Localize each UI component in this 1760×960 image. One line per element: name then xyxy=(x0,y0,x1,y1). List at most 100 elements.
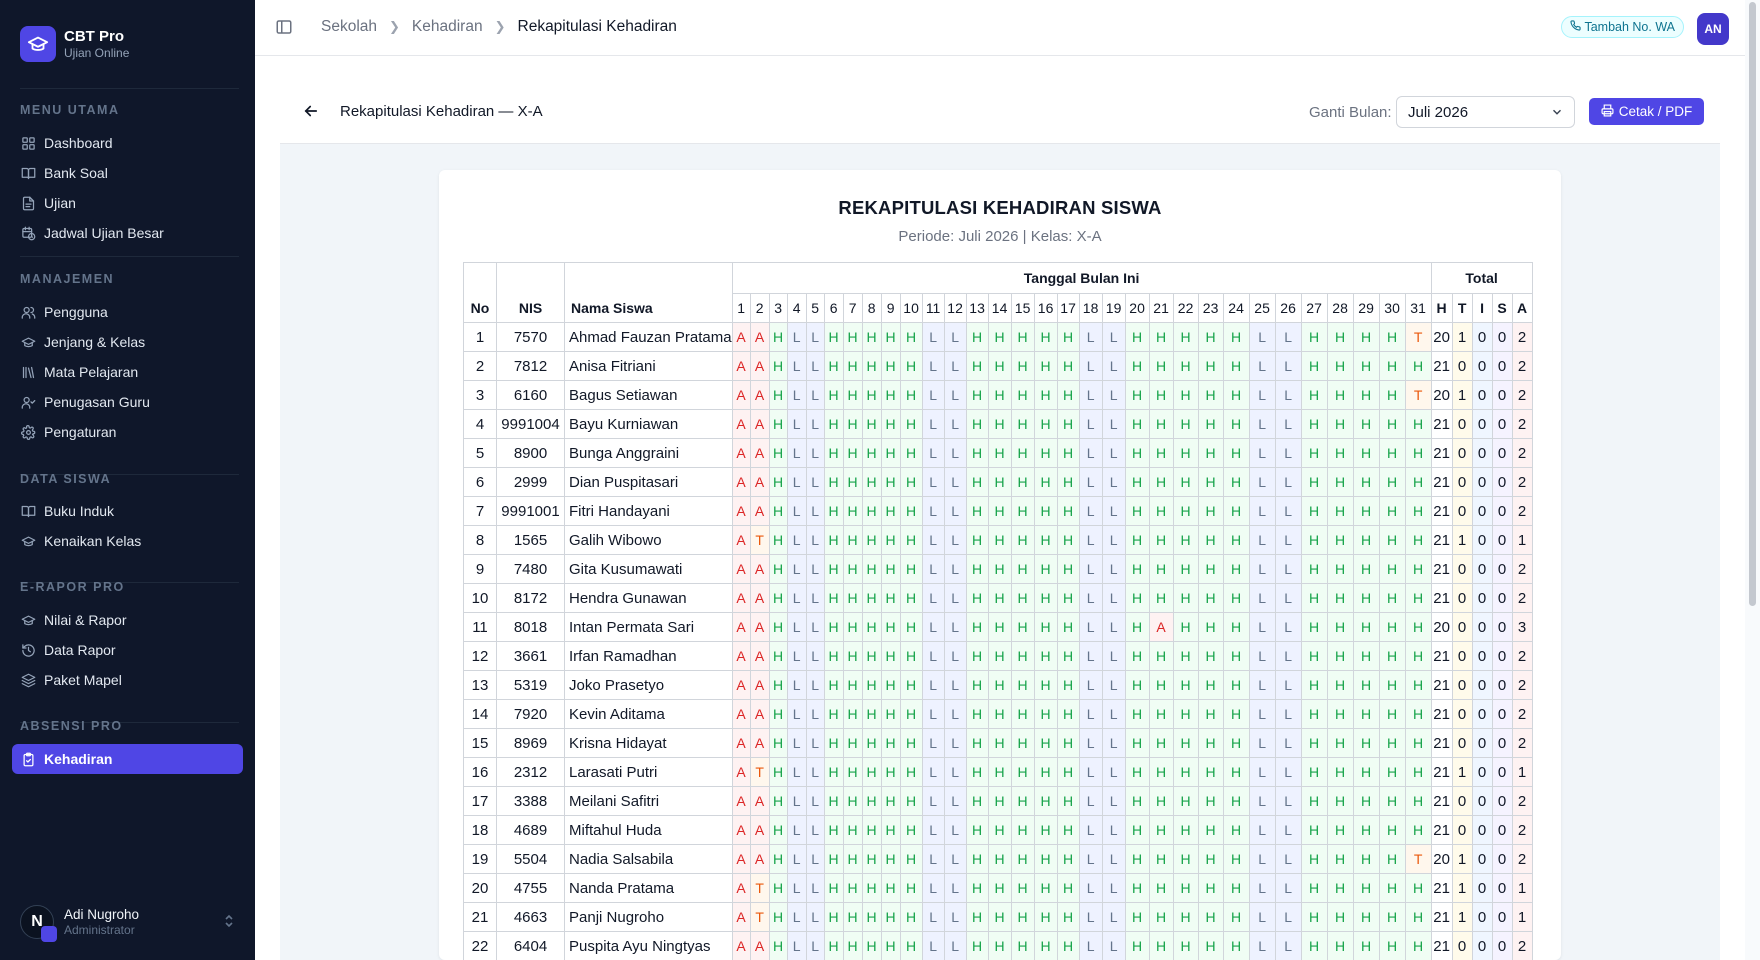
attendance-table: No NIS Nama Siswa Tanggal Bulan Ini Total 1 2 3… xyxy=(463,262,1533,960)
cell-day-status: H xyxy=(1148,380,1174,410)
cell-day-status: H xyxy=(1300,467,1328,497)
cell-day-status: H xyxy=(880,815,901,845)
cell-day-status: H xyxy=(1300,351,1328,381)
cell-day-status: H xyxy=(1010,409,1035,439)
cell-day-status: H xyxy=(1378,351,1406,381)
cell-day-status: L xyxy=(805,438,825,468)
cell-day-status: L xyxy=(1248,844,1276,874)
cell-day-status: H xyxy=(1222,902,1250,932)
scrollbar-thumb[interactable] xyxy=(1749,2,1756,606)
cell-day-status: L xyxy=(921,467,945,497)
cell-day-status: H xyxy=(1010,815,1035,845)
sidebar-toggle-icon[interactable] xyxy=(275,18,293,36)
cell-day-status: A xyxy=(749,786,770,816)
cell-total-i: 0 xyxy=(1471,612,1493,642)
day-header: 13 xyxy=(965,293,989,323)
cell-day-status: L xyxy=(786,496,807,526)
cell-day-status: H xyxy=(1326,554,1354,584)
cell-day-status: H xyxy=(1378,757,1406,787)
day-header: 31 xyxy=(1404,293,1432,323)
cell-day-status: A xyxy=(731,438,751,468)
cell-day-status: H xyxy=(1378,554,1406,584)
cell-day-status: H xyxy=(768,612,788,642)
cell-day-status: L xyxy=(1274,728,1302,758)
user-role: Administrator xyxy=(64,923,135,937)
cell-day-status: H xyxy=(1352,728,1380,758)
cell-day-status: H xyxy=(1172,409,1199,439)
breadcrumb-sekolah[interactable]: Sekolah xyxy=(321,18,377,36)
cell-day-status: H xyxy=(1124,902,1150,932)
cell-day-status: H xyxy=(1197,641,1224,671)
sidebar-item-buku-induk[interactable]: Buku Induk xyxy=(12,496,243,526)
sidebar-item-kenaikan-kelas[interactable]: Kenaikan Kelas xyxy=(12,526,243,556)
sidebar-item-pengaturan[interactable]: Pengaturan xyxy=(12,417,243,447)
chevrons-up-down-icon xyxy=(223,913,235,932)
cell-day-status: H xyxy=(768,844,788,874)
breadcrumb-kehadiran[interactable]: Kehadiran xyxy=(412,18,483,36)
sidebar-item-nilai-and-rapor[interactable]: Nilai & Rapor xyxy=(12,605,243,635)
cell-no: 3 xyxy=(463,380,497,410)
cell-day-status: L xyxy=(805,931,825,960)
column-group-days: Tanggal Bulan Ini xyxy=(731,262,1432,294)
cell-day-status: H xyxy=(1124,728,1150,758)
avatar: N xyxy=(20,905,57,942)
cell-day-status: L xyxy=(943,380,967,410)
cell-day-status: H xyxy=(1326,525,1354,555)
sidebar-item-mata-pelajaran[interactable]: Mata Pelajaran xyxy=(12,357,243,387)
cell-day-status: H xyxy=(842,670,863,700)
sidebar-section-title: DATA SISWA xyxy=(20,472,112,486)
cell-day-status: A xyxy=(749,670,770,700)
print-pdf-button[interactable]: Cetak / PDF xyxy=(1589,98,1704,125)
user-avatar-button[interactable]: AN xyxy=(1697,13,1729,45)
cell-day-status: H xyxy=(823,641,844,671)
cell-day-status: H xyxy=(899,844,923,874)
cell-day-status: H xyxy=(1404,699,1432,729)
sidebar-item-dashboard[interactable]: Dashboard xyxy=(12,128,243,158)
cell-name: Nanda Pratama xyxy=(564,873,733,903)
cell-day-status: L xyxy=(1078,844,1103,874)
add-wa-number-button[interactable]: Tambah No. WA xyxy=(1561,16,1684,38)
sidebar-item-penugasan-guru[interactable]: Penugasan Guru xyxy=(12,387,243,417)
cell-day-status: H xyxy=(842,380,863,410)
cell-day-status: H xyxy=(1172,670,1199,700)
cell-day-status: L xyxy=(921,670,945,700)
page-scrollbar[interactable] xyxy=(1745,0,1760,960)
brand[interactable]: CBT Pro Ujian Online xyxy=(20,26,129,62)
cell-day-status: H xyxy=(1222,612,1250,642)
cell-day-status: H xyxy=(1326,496,1354,526)
cell-day-status: H xyxy=(768,583,788,613)
cell-day-status: L xyxy=(786,728,807,758)
sidebar-item-jadwal-ujian-besar[interactable]: Jadwal Ujian Besar xyxy=(12,218,243,248)
cell-day-status: H xyxy=(1056,844,1080,874)
cell-day-status: L xyxy=(1101,322,1126,352)
cell-day-status: H xyxy=(861,728,882,758)
sidebar-item-bank-soal[interactable]: Bank Soal xyxy=(12,158,243,188)
cell-day-status: H xyxy=(899,554,923,584)
day-header: 9 xyxy=(880,293,901,323)
cell-day-status: H xyxy=(1300,699,1328,729)
sidebar-item-label: Paket Mapel xyxy=(44,672,122,688)
sidebar-item-paket-mapel[interactable]: Paket Mapel xyxy=(12,665,243,695)
cell-day-status: L xyxy=(805,786,825,816)
user-menu[interactable]: N Adi Nugroho Administrator xyxy=(20,905,235,942)
breadcrumb-current: Rekapitulasi Kehadiran xyxy=(517,18,677,35)
cell-day-status: H xyxy=(1404,496,1432,526)
back-arrow-icon[interactable] xyxy=(302,102,322,122)
cell-total-a: 2 xyxy=(1511,322,1533,352)
sidebar-item-pengguna[interactable]: Pengguna xyxy=(12,297,243,327)
cell-day-status: H xyxy=(1197,438,1224,468)
sidebar-item-kehadiran[interactable]: Kehadiran xyxy=(12,744,243,774)
cell-day-status: H xyxy=(1222,670,1250,700)
cell-day-status: H xyxy=(1033,322,1058,352)
sidebar-item-ujian[interactable]: Ujian xyxy=(12,188,243,218)
cell-total-a: 2 xyxy=(1511,670,1533,700)
cell-total-h: 21 xyxy=(1430,670,1453,700)
cell-total-a: 2 xyxy=(1511,786,1533,816)
cell-day-status: H xyxy=(899,931,923,960)
cell-day-status: H xyxy=(1300,873,1328,903)
cell-day-status: H xyxy=(1010,380,1035,410)
sidebar-item-jenjang-and-kelas[interactable]: Jenjang & Kelas xyxy=(12,327,243,357)
sidebar-item-data-rapor[interactable]: Data Rapor xyxy=(12,635,243,665)
cell-total-t: 0 xyxy=(1451,351,1473,381)
month-select[interactable]: Juli 2026 xyxy=(1396,96,1575,128)
